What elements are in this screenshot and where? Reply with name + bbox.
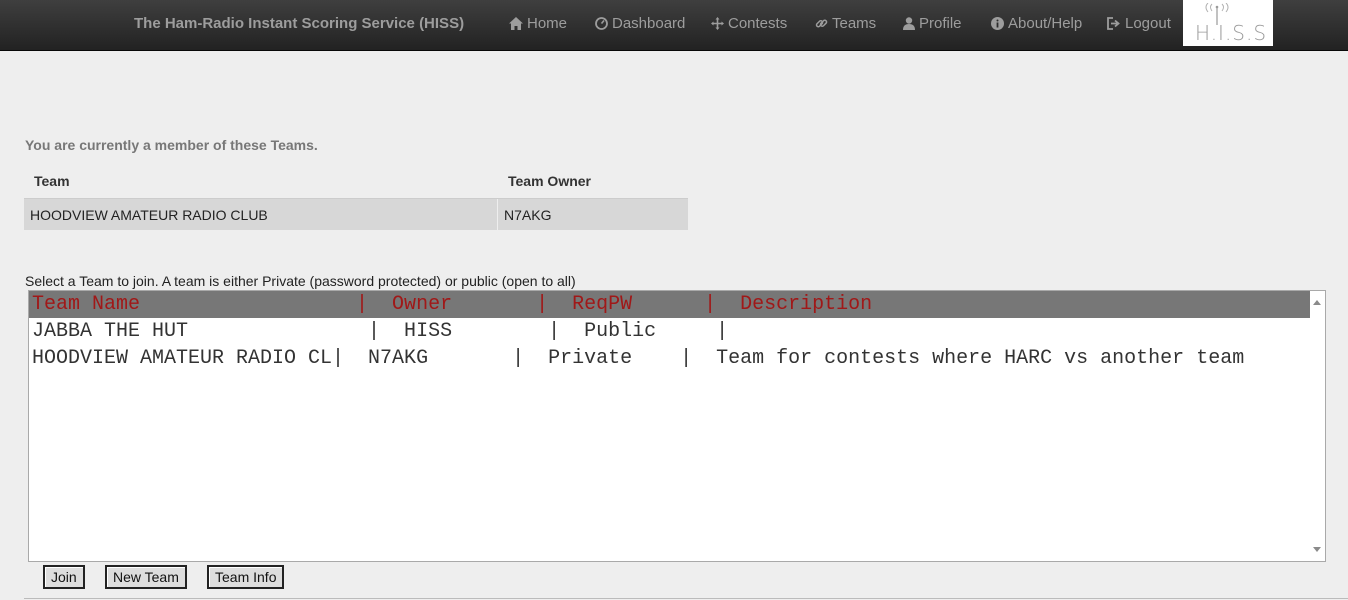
hiss-logo[interactable]: H.I.S.S xyxy=(1183,0,1273,46)
cell-team-owner: N7AKG xyxy=(504,207,552,223)
nav-home-label: Home xyxy=(527,15,568,32)
column-header-team: Team xyxy=(34,173,70,189)
membership-table-header: Team Team Owner xyxy=(24,164,688,198)
list-item[interactable]: HOODVIEW AMATEUR RADIO CL| N7AKG | Priva… xyxy=(29,345,1310,372)
nav-teams[interactable]: Teams xyxy=(815,15,876,32)
nav-logout[interactable]: Logout xyxy=(1107,15,1171,32)
nav-contests[interactable]: Contests xyxy=(711,15,787,32)
nav-contests-label: Contests xyxy=(728,15,788,32)
list-item-text: HOODVIEW AMATEUR RADIO CL| N7AKG | Priva… xyxy=(32,347,1245,370)
new-team-button[interactable]: New Team xyxy=(105,565,187,589)
nav-logout-label: Logout xyxy=(1125,15,1171,32)
team-info-button[interactable]: Team Info xyxy=(207,565,285,589)
top-navbar: The Ham-Radio Instant Scoring Service (H… xyxy=(0,0,1348,51)
scroll-up-arrow-icon[interactable] xyxy=(1313,300,1321,305)
list-item-text: JABBA THE HUT | HISS | Public | xyxy=(32,320,729,343)
column-divider xyxy=(497,199,498,230)
list-item-header[interactable]: Team Name | Owner | ReqPW | Description xyxy=(29,291,1310,318)
logout-icon xyxy=(1107,17,1120,30)
cell-team: HOODVIEW AMATEUR RADIO CLUB xyxy=(30,207,268,223)
nav-teams-label: Teams xyxy=(832,15,877,32)
membership-note: You are currently a member of these Team… xyxy=(25,137,318,153)
move-icon xyxy=(711,17,724,30)
nav-home[interactable]: Home xyxy=(509,15,567,32)
home-icon xyxy=(509,17,523,30)
divider xyxy=(24,598,1348,599)
info-icon xyxy=(991,17,1004,30)
dashboard-icon xyxy=(595,17,608,30)
scroll-down-arrow-icon[interactable] xyxy=(1313,547,1321,552)
membership-table: Team Team Owner HOODVIEW AMATEUR RADIO C… xyxy=(24,164,688,230)
column-header-team-owner: Team Owner xyxy=(508,173,591,189)
table-row: HOODVIEW AMATEUR RADIO CLUB N7AKG xyxy=(24,198,688,230)
list-item[interactable]: JABBA THE HUT | HISS | Public | xyxy=(29,318,1310,345)
brand-title[interactable]: The Ham-Radio Instant Scoring Service (H… xyxy=(134,15,464,32)
link-icon xyxy=(815,19,828,28)
nav-about-help-label: About/Help xyxy=(1008,15,1083,32)
nav-dashboard[interactable]: Dashboard xyxy=(595,15,685,32)
logo-text: H.I.S.S xyxy=(1195,21,1268,45)
listbox-header-text: Team Name | Owner | ReqPW | Description xyxy=(32,293,873,316)
user-icon xyxy=(903,17,915,30)
nav-about-help[interactable]: About/Help xyxy=(991,15,1082,32)
nav-dashboard-label: Dashboard xyxy=(612,15,686,32)
nav-profile-label: Profile xyxy=(919,15,962,32)
nav-profile[interactable]: Profile xyxy=(903,15,962,32)
join-instructions: Select a Team to join. A team is either … xyxy=(25,273,576,289)
join-button[interactable]: Join xyxy=(43,565,85,589)
listbox-scrollbar[interactable] xyxy=(1310,291,1325,561)
team-select-listbox[interactable]: Team Name | Owner | ReqPW | Description … xyxy=(28,290,1326,562)
